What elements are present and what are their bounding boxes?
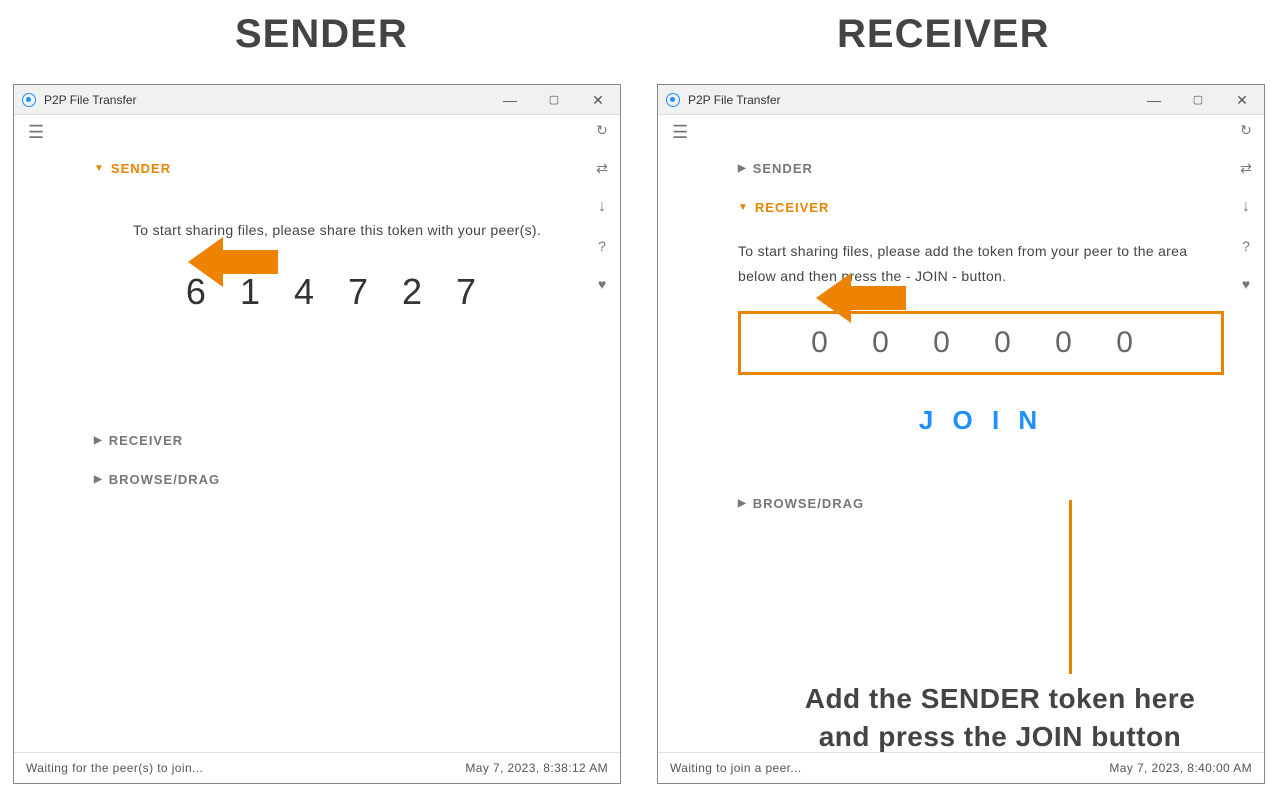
download-icon[interactable]: ↓ (598, 199, 606, 215)
chevron-right-icon: ▶ (738, 499, 747, 509)
status-right: May 7, 2023, 8:40:00 AM (1109, 761, 1252, 775)
section-sender[interactable]: ▼ SENDER (94, 161, 580, 176)
window-title: P2P File Transfer (44, 93, 136, 107)
section-receiver[interactable]: ▶ RECEIVER (94, 433, 580, 448)
download-icon[interactable]: ↓ (1242, 199, 1250, 215)
section-browse[interactable]: ▶ BROWSE/DRAG (738, 496, 1224, 511)
heading-sender: SENDER (235, 12, 408, 57)
chevron-down-icon: ▼ (94, 164, 105, 174)
maximize-button[interactable]: ▢ (1176, 85, 1220, 115)
app-icon (22, 93, 36, 107)
token-input[interactable]: 0 0 0 0 0 0 (738, 311, 1224, 375)
minimize-button[interactable]: — (488, 85, 532, 115)
section-label: BROWSE/DRAG (109, 472, 220, 487)
heading-receiver: RECEIVER (837, 12, 1050, 57)
callout-line (1069, 500, 1072, 674)
refresh-icon[interactable]: ↻ (1240, 123, 1252, 137)
section-label: SENDER (111, 161, 171, 176)
sender-window: P2P File Transfer — ▢ ✕ ☰ ↻ ⇄ ↓ ? ♥ ▼ SE… (13, 84, 621, 784)
chevron-down-icon: ▼ (738, 203, 749, 213)
side-toolbar: ↻ ⇄ ↓ ? ♥ (592, 123, 612, 291)
section-label: SENDER (753, 161, 813, 176)
side-toolbar: ↻ ⇄ ↓ ? ♥ (1236, 123, 1256, 291)
app-icon (666, 93, 680, 107)
swap-icon[interactable]: ⇄ (1240, 161, 1252, 175)
close-button[interactable]: ✕ (576, 85, 620, 115)
refresh-icon[interactable]: ↻ (596, 123, 608, 137)
status-bar: Waiting for the peer(s) to join... May 7… (14, 752, 620, 783)
sender-token: 6 1 4 7 2 7 (94, 271, 580, 313)
swap-icon[interactable]: ⇄ (596, 161, 608, 175)
section-receiver[interactable]: ▼ RECEIVER (738, 200, 1224, 215)
callout-text: Add the SENDER token here and press the … (770, 680, 1230, 756)
section-browse[interactable]: ▶ BROWSE/DRAG (94, 472, 580, 487)
help-icon[interactable]: ? (598, 239, 606, 253)
section-label: RECEIVER (755, 200, 829, 215)
join-button[interactable]: J O I N (738, 405, 1224, 436)
status-bar: Waiting to join a peer... May 7, 2023, 8… (658, 752, 1264, 783)
minimize-button[interactable]: — (1132, 85, 1176, 115)
receiver-window: P2P File Transfer — ▢ ✕ ☰ ↻ ⇄ ↓ ? ♥ ▶ SE… (657, 84, 1265, 784)
titlebar: P2P File Transfer — ▢ ✕ (14, 85, 620, 115)
sender-instruction: To start sharing files, please share thi… (94, 218, 580, 243)
status-left: Waiting for the peer(s) to join... (26, 761, 203, 775)
status-right: May 7, 2023, 8:38:12 AM (465, 761, 608, 775)
heart-icon[interactable]: ♥ (1242, 277, 1250, 291)
help-icon[interactable]: ? (1242, 239, 1250, 253)
chevron-right-icon: ▶ (738, 164, 747, 174)
receiver-instruction: To start sharing files, please add the t… (738, 239, 1224, 289)
section-label: RECEIVER (109, 433, 183, 448)
hamburger-icon[interactable]: ☰ (672, 123, 688, 141)
section-label: BROWSE/DRAG (753, 496, 864, 511)
heart-icon[interactable]: ♥ (598, 277, 606, 291)
chevron-right-icon: ▶ (94, 436, 103, 446)
status-left: Waiting to join a peer... (670, 761, 802, 775)
close-button[interactable]: ✕ (1220, 85, 1264, 115)
hamburger-icon[interactable]: ☰ (28, 123, 44, 141)
chevron-right-icon: ▶ (94, 475, 103, 485)
titlebar: P2P File Transfer — ▢ ✕ (658, 85, 1264, 115)
maximize-button[interactable]: ▢ (532, 85, 576, 115)
window-title: P2P File Transfer (688, 93, 780, 107)
section-sender[interactable]: ▶ SENDER (738, 161, 1224, 176)
